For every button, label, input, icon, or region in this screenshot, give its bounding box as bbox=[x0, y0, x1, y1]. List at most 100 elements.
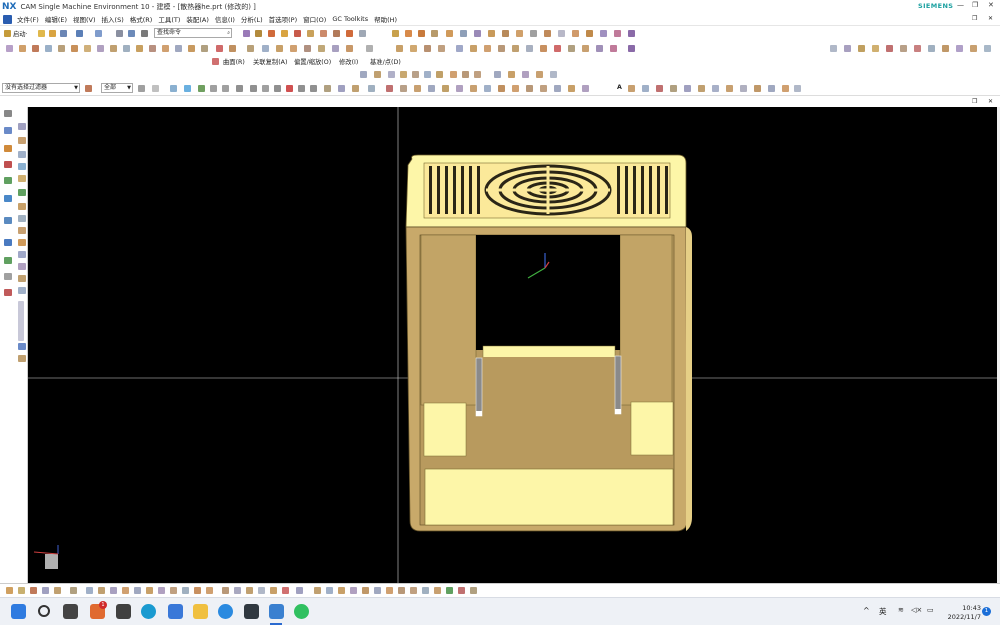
type-filter-icon[interactable] bbox=[85, 85, 92, 92]
fill-surface-icon[interactable] bbox=[396, 45, 403, 52]
boss-faces-icon[interactable] bbox=[512, 85, 519, 92]
studio-icon[interactable] bbox=[462, 71, 469, 78]
unite-icon[interactable] bbox=[307, 30, 314, 37]
snap-face-icon[interactable] bbox=[86, 587, 93, 594]
trim-sheet-icon[interactable] bbox=[424, 45, 431, 52]
snap-tangent-icon[interactable] bbox=[42, 587, 49, 594]
shadow-icon[interactable] bbox=[350, 587, 357, 594]
snap-pole-icon[interactable] bbox=[110, 587, 117, 594]
snap-knot-icon[interactable] bbox=[146, 587, 153, 594]
assembly-navigator-icon[interactable] bbox=[4, 145, 12, 152]
plus-icon[interactable] bbox=[18, 123, 26, 130]
face-curvature-icon[interactable] bbox=[422, 587, 429, 594]
blend-faces-icon[interactable] bbox=[568, 85, 575, 92]
offset-curve-icon[interactable] bbox=[84, 45, 91, 52]
grid-icon[interactable] bbox=[550, 71, 557, 78]
web-browser-icon[interactable] bbox=[4, 177, 12, 184]
windows-start-icon[interactable] bbox=[11, 604, 26, 619]
extend-curve-icon[interactable] bbox=[188, 45, 195, 52]
snap-body-icon[interactable] bbox=[222, 587, 229, 594]
through-curves-icon[interactable] bbox=[229, 45, 236, 52]
task-view-icon[interactable] bbox=[63, 604, 78, 619]
vertical-tab-icon[interactable] bbox=[18, 301, 24, 341]
start-icon[interactable] bbox=[4, 30, 11, 37]
datum-csys-icon[interactable] bbox=[698, 85, 705, 92]
image-icon[interactable] bbox=[4, 289, 12, 296]
associative-copy-label[interactable]: 关联复制(A) bbox=[253, 57, 287, 66]
view-triad-icon[interactable] bbox=[768, 85, 775, 92]
snap-projection-icon[interactable] bbox=[258, 587, 265, 594]
endpoint-icon[interactable] bbox=[210, 85, 217, 92]
datum-plane-icon[interactable] bbox=[670, 85, 677, 92]
pull-face-icon[interactable] bbox=[558, 30, 565, 37]
notification-badge[interactable]: 1 bbox=[982, 607, 991, 616]
slot-faces-icon[interactable] bbox=[554, 85, 561, 92]
select-edge-icon[interactable] bbox=[368, 85, 375, 92]
restore-icon[interactable]: ❐ bbox=[972, 1, 978, 9]
datum-point-label[interactable]: 基准/点(D) bbox=[370, 57, 401, 66]
part-navigator-icon[interactable] bbox=[4, 127, 12, 134]
snap-offset-icon[interactable] bbox=[270, 587, 277, 594]
search-icon[interactable] bbox=[38, 605, 50, 617]
intersection-point-icon[interactable] bbox=[250, 85, 257, 92]
curve-analysis-icon[interactable] bbox=[886, 45, 893, 52]
trim-curve-icon[interactable] bbox=[175, 45, 182, 52]
midpoint-icon[interactable] bbox=[222, 85, 229, 92]
pole-icon[interactable] bbox=[338, 85, 345, 92]
reverse-normal-icon[interactable] bbox=[628, 45, 635, 52]
deviation-icon[interactable] bbox=[928, 45, 935, 52]
spline-icon[interactable] bbox=[45, 45, 52, 52]
sketch-list-icon[interactable] bbox=[18, 287, 26, 294]
display-icon[interactable] bbox=[984, 45, 991, 52]
rule-icon[interactable] bbox=[610, 45, 617, 52]
sheet-icon[interactable] bbox=[18, 263, 26, 270]
composite-curve-icon[interactable] bbox=[136, 45, 143, 52]
global-shaping-icon[interactable] bbox=[470, 45, 477, 52]
hd3d-tools-icon[interactable] bbox=[18, 163, 26, 170]
fit-icon[interactable] bbox=[360, 71, 367, 78]
wireframe-icon[interactable] bbox=[436, 71, 443, 78]
revolve-icon[interactable] bbox=[281, 30, 288, 37]
menu-edit[interactable]: 编辑(E) bbox=[42, 14, 70, 24]
minimize-icon[interactable]: — bbox=[957, 1, 964, 9]
curve-list-icon[interactable] bbox=[18, 275, 26, 282]
hidden-edges-icon[interactable] bbox=[450, 71, 457, 78]
replace-face-icon[interactable] bbox=[516, 30, 523, 37]
selection-scope-select[interactable]: 全部 ▼ bbox=[101, 83, 133, 93]
curve-icon[interactable] bbox=[6, 45, 13, 52]
render-icon[interactable] bbox=[314, 587, 321, 594]
point-on-face-icon[interactable] bbox=[310, 85, 317, 92]
process-studio-icon[interactable] bbox=[18, 189, 26, 196]
system-scenes-icon[interactable] bbox=[4, 239, 12, 246]
rotate-icon[interactable] bbox=[400, 71, 407, 78]
surface-group-label[interactable]: 曲面(R) bbox=[223, 57, 245, 66]
snap-center-icon[interactable] bbox=[30, 587, 37, 594]
snap-curve-icon[interactable] bbox=[98, 587, 105, 594]
touch-icon[interactable] bbox=[141, 30, 148, 37]
snap-point-icon[interactable] bbox=[198, 85, 205, 92]
bridge-curve-icon[interactable] bbox=[123, 45, 130, 52]
menu-insert[interactable]: 插入(S) bbox=[99, 14, 127, 24]
part-icon[interactable] bbox=[18, 227, 26, 234]
ie-browser-icon[interactable] bbox=[218, 604, 233, 619]
snap-extend-icon[interactable] bbox=[282, 587, 289, 594]
undo-icon[interactable] bbox=[76, 30, 83, 37]
snap-vertex-icon[interactable] bbox=[246, 587, 253, 594]
menu-format[interactable]: 格式(R) bbox=[127, 14, 156, 24]
hole-icon[interactable] bbox=[294, 30, 301, 37]
assembly-constraint-icon[interactable] bbox=[18, 355, 26, 362]
tangent-curves-icon[interactable] bbox=[400, 85, 407, 92]
tangent-faces-icon[interactable] bbox=[484, 85, 491, 92]
snap-spline-icon[interactable] bbox=[194, 587, 201, 594]
snap-point-set-icon[interactable] bbox=[206, 587, 213, 594]
manufacturing-wizard-icon[interactable] bbox=[4, 217, 12, 224]
trim-body-icon[interactable] bbox=[446, 30, 453, 37]
close-icon[interactable]: ✕ bbox=[988, 98, 993, 105]
menu-file[interactable]: 文件(F) bbox=[14, 14, 42, 24]
rib-icon[interactable] bbox=[600, 30, 607, 37]
arc-center-icon[interactable] bbox=[262, 85, 269, 92]
snap-arc-icon[interactable] bbox=[170, 587, 177, 594]
bounded-plane-icon[interactable] bbox=[318, 45, 325, 52]
palette-icon[interactable] bbox=[18, 215, 26, 222]
pad-icon[interactable] bbox=[572, 30, 579, 37]
